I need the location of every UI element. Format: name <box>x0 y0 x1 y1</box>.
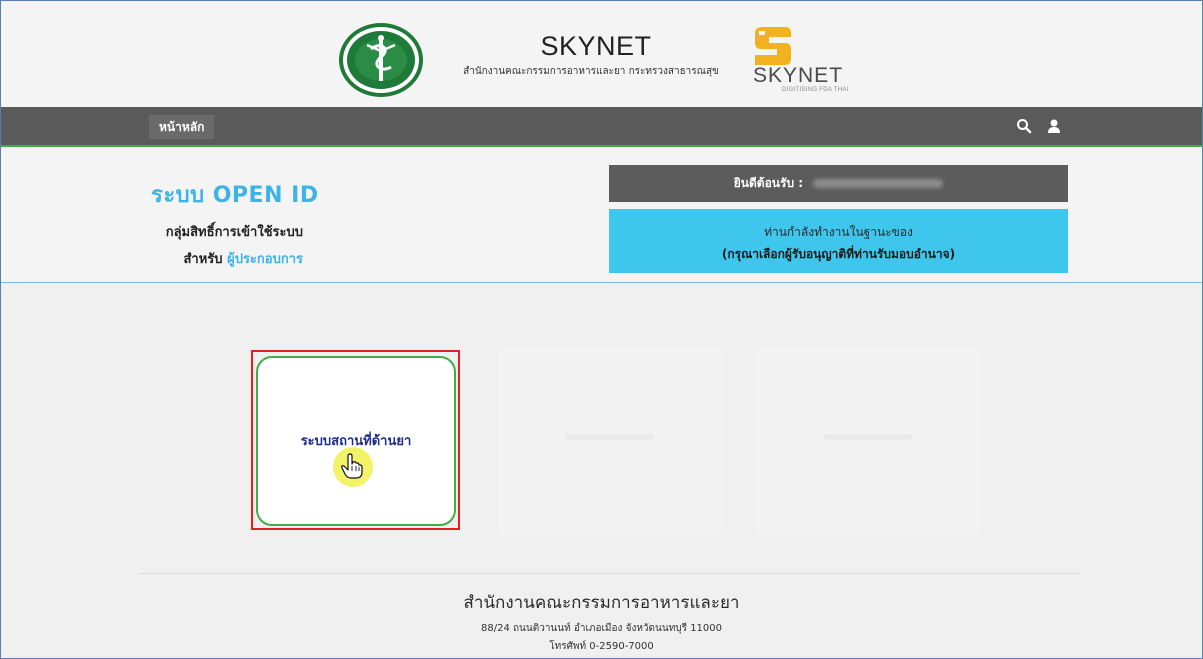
user-icon[interactable] <box>1046 118 1062 134</box>
main-navbar: หน้าหลัก <box>1 107 1202 147</box>
skynet-wordmark: SKYNET <box>753 64 844 87</box>
ministry-seal-logo <box>339 23 423 97</box>
for-prefix: สำหรับ <box>183 252 223 267</box>
footer-phone: โทรศัพท์ 0-2590-7000 <box>549 641 654 652</box>
site-header: SKYNET สำนักงานคณะกรรมการอาหารและยา กระท… <box>1 1 1202 107</box>
role-line-2: (กรุณาเลือกผู้รับอนุญาติที่ท่านรับมอบอำน… <box>721 247 956 261</box>
footer-divider <box>139 573 1079 574</box>
site-subtitle: สำนักงานคณะกรรมการอาหารและยา กระทรวงสาธา… <box>463 66 719 77</box>
nav-home-link[interactable]: หน้าหลัก <box>149 115 215 139</box>
page-frame: SKYNET สำนักงานคณะกรรมการอาหารและยา กระท… <box>0 0 1203 659</box>
system-title: ระบบ OPEN ID <box>151 183 319 208</box>
role-selector-box[interactable]: ท่านกำลังทำงานในฐานะของ (กรุณาเลือกผู้รั… <box>609 209 1068 273</box>
faded-card-2 <box>498 346 722 536</box>
search-icon[interactable] <box>1016 118 1032 134</box>
welcome-bar: ยินดีต้อนรับ : <box>609 165 1068 202</box>
for-user-type-line: สำหรับ ผู้ประกอบการ <box>143 248 304 269</box>
footer-address: 88/24 ถนนติวานนท์ อำเภอเมือง จังหวัดนนทบ… <box>480 623 723 634</box>
skynet-tagline: DIGITISING FDA THAI <box>782 87 849 93</box>
welcome-section: ระบบ OPEN ID กลุ่มสิทธิ์การเข้าใช้ระบบ ส… <box>1 149 1202 283</box>
site-title: SKYNET <box>540 31 652 61</box>
user-type-link[interactable]: ผู้ประกอบการ <box>227 252 303 267</box>
hand-pointer-icon <box>341 453 363 479</box>
faded-card-3 <box>756 346 980 536</box>
site-title-block: SKYNET สำนักงานคณะกรรมการอาหารและยา กระท… <box>426 31 756 79</box>
permission-group-label: กลุ่มสิทธิ์การเข้าใช้ระบบ <box>165 225 303 240</box>
greeting-label: ยินดีต้อนรับ : <box>733 176 804 190</box>
blurred-username <box>813 179 944 188</box>
system-card-drug-premises[interactable]: ระบบสถานที่ด้านยา <box>256 356 456 526</box>
faded-card-2-label <box>565 434 655 440</box>
footer-title: สำนักงานคณะกรรมการอาหารและยา <box>463 593 740 613</box>
faded-card-3-label <box>823 434 913 440</box>
role-line-1: ท่านกำลังทำงานในฐานะของ <box>764 225 913 239</box>
main-content: ระบบสถานที่ด้านยา สำนักงานคณะกรรมการอาหา… <box>1 283 1202 658</box>
